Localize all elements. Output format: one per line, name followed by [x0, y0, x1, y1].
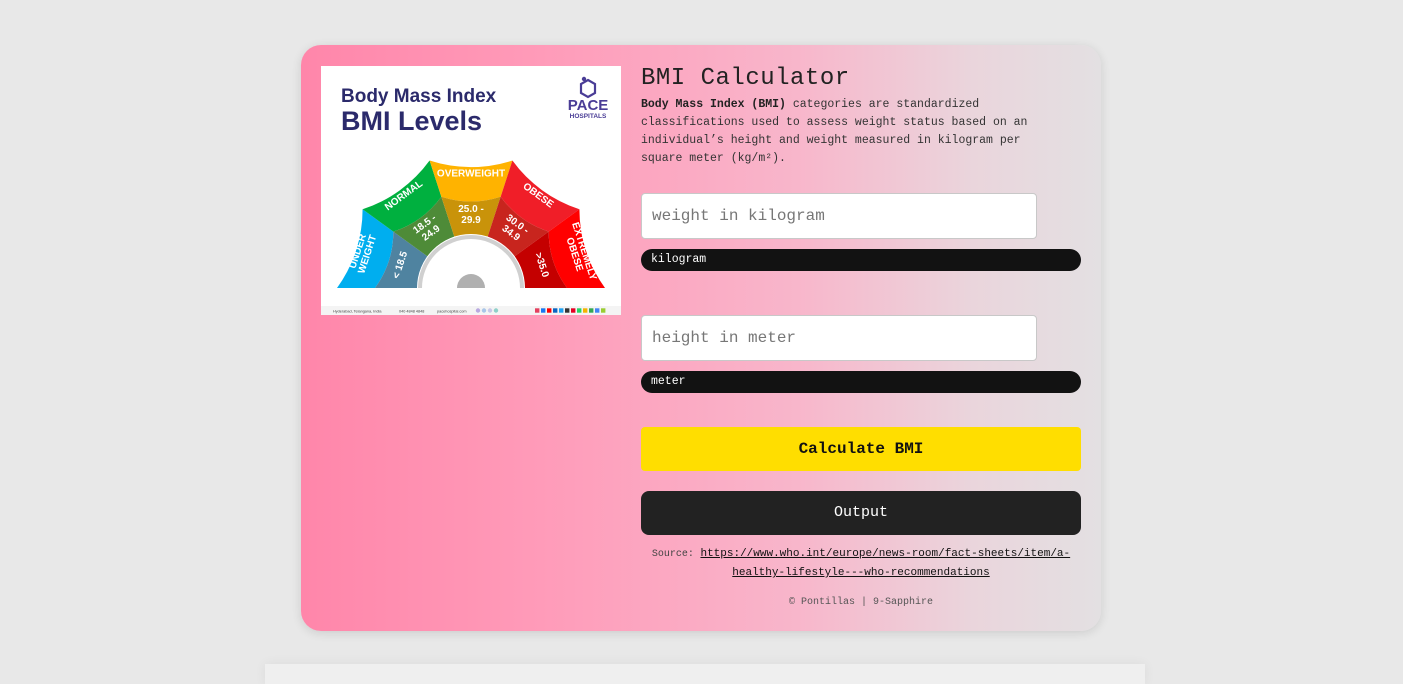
gauge-category-label: OVERWEIGHT [437, 169, 505, 180]
gauge-segment [429, 160, 513, 202]
weight-input[interactable] [641, 193, 1037, 239]
output-display: Output [641, 491, 1081, 535]
pace-logo: PACE HOSPITALS [568, 76, 609, 120]
height-input[interactable] [641, 315, 1037, 361]
poster-footer-phone: 040 4848 4848 [399, 310, 424, 314]
source-link[interactable]: https://www.who.int/europe/news-room/fac… [700, 548, 1070, 579]
bmi-card: Body Mass Index BMI Levels PACE HOSPITAL… [301, 45, 1101, 631]
bmi-gauge-graphic: Body Mass Index BMI Levels PACE HOSPITAL… [321, 76, 621, 315]
gauge-range-label: 25.0 -29.9 [458, 204, 484, 226]
poster-footer-location: Hyderabad, Telangana, India [333, 310, 382, 314]
page-title: BMI Calculator [641, 65, 850, 92]
description-lead: Body Mass Index (BMI) [641, 98, 786, 111]
poster-heading-line2: BMI Levels [341, 106, 482, 136]
footer-credit: © Pontillas | 9-Sapphire [788, 597, 934, 608]
calculate-bmi-button[interactable]: Calculate BMI [641, 427, 1081, 471]
brand-sub: HOSPITALS [570, 113, 607, 120]
poster-footer-site: pacehospital.com [437, 310, 467, 314]
source-label: Source: [651, 549, 694, 560]
bmi-description: Body Mass Index (BMI) categories are sta… [641, 96, 1061, 168]
height-unit-label: meter [641, 371, 1081, 393]
bmi-gauge: UNDERWEIGHT < 18.5NORMAL18.5 -24.9OVERWEI… [337, 160, 605, 289]
bmi-levels-poster: Body Mass Index BMI Levels PACE HOSPITAL… [321, 66, 621, 315]
weight-unit-label: kilogram [641, 249, 1081, 271]
source-note: Source: https://www.who.int/europe/news-… [641, 545, 1081, 582]
poster-heading-line1: Body Mass Index [341, 86, 497, 107]
brand-name: PACE [568, 97, 609, 114]
lower-card-edge [265, 664, 1145, 684]
